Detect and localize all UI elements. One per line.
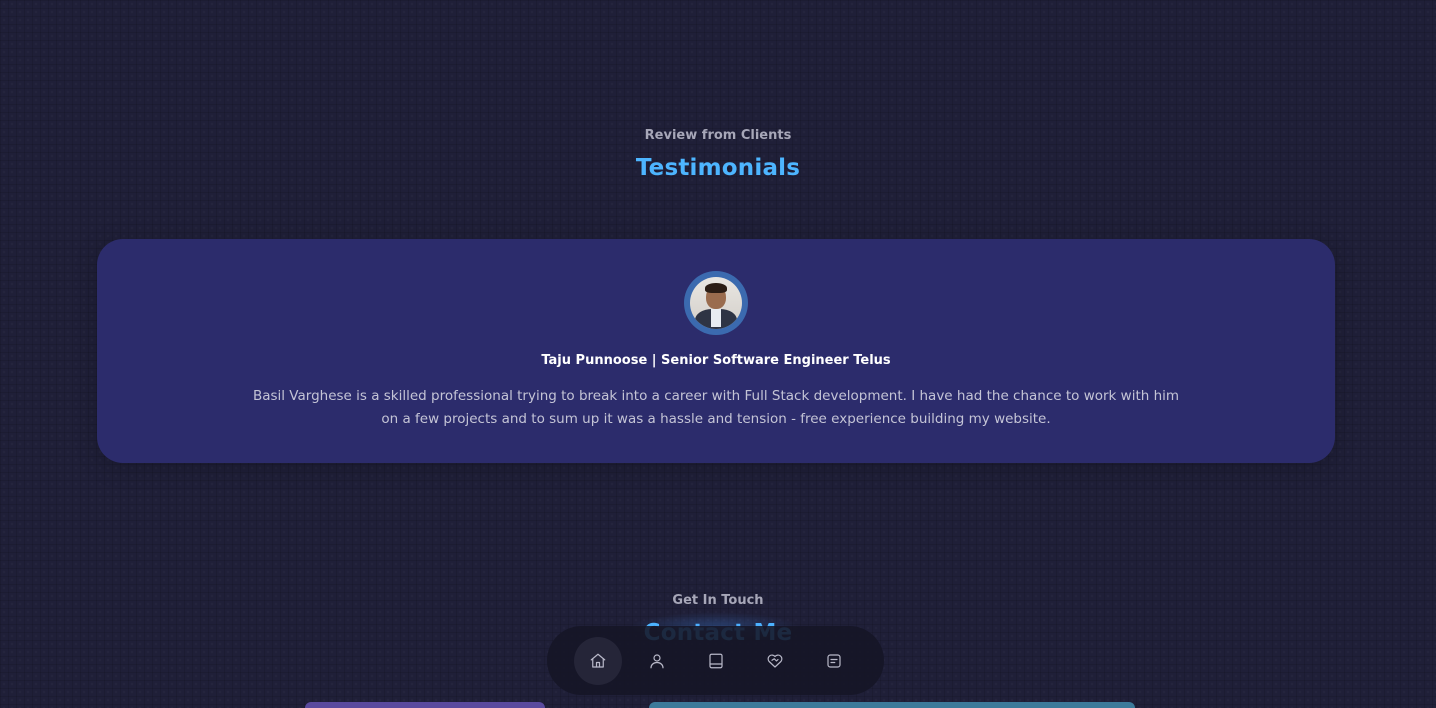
testimonial-card: Taju Punnoose | Senior Software Engineer… [97, 239, 1335, 463]
contact-form-card [649, 702, 1135, 708]
section-title: Testimonials [635, 155, 801, 181]
nav-home-button[interactable] [574, 636, 622, 685]
contact-option-card [305, 702, 545, 708]
nav-experience-button[interactable] [692, 637, 740, 685]
message-icon [827, 653, 841, 668]
section-subtitle: Get In Touch [672, 593, 764, 608]
avatar [684, 271, 748, 335]
handshake-icon [767, 653, 783, 668]
user-icon [650, 653, 664, 668]
nav-contact-button[interactable] [810, 637, 858, 685]
book-icon [709, 653, 723, 668]
nav-about-button[interactable] [633, 637, 681, 685]
bottom-nav [547, 626, 884, 695]
testimonials-header: Review from Clients Testimonials [0, 128, 1436, 181]
reviewer-name: Taju Punnoose | Senior Software Engineer… [541, 353, 891, 368]
review-text: Basil Varghese is a skilled professional… [252, 388, 1180, 427]
reviewer-photo [690, 277, 742, 329]
nav-services-button[interactable] [751, 637, 799, 685]
section-subtitle: Review from Clients [644, 128, 792, 143]
home-icon [590, 653, 606, 668]
